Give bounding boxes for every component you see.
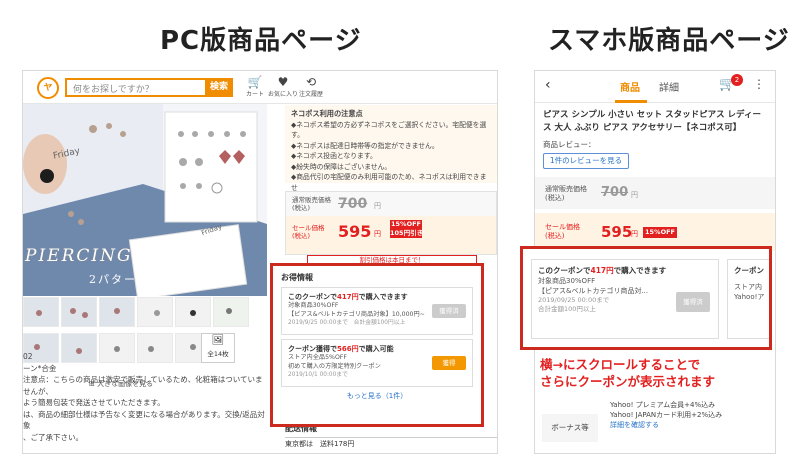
nekopos-notice: ネコポス利用の注意点 ◆ネコポス希望の方必ずネコポスをご選択ください。宅配便を選… — [285, 105, 497, 192]
delivery-line: 東京都は 送料178円 — [285, 440, 355, 448]
pc-coupon-section: お得情報 このクーポンで417円で購入できます 対象商品30%OFF 【ピアス&… — [270, 263, 484, 427]
bonus-label: ボーナス等 — [542, 414, 598, 442]
view-reviews-button[interactable]: 1件のレビューを見る — [543, 153, 629, 169]
coupon-card: このクーポンで417円で購入できます 対象商品30%OFF 【ピアス&ベルトカテ… — [281, 287, 473, 335]
coupon-acquired-button[interactable]: 獲得済 — [676, 292, 710, 312]
normal-price-unit: 円 — [374, 202, 381, 210]
notice-line: ◆紛失時の保障はございません。 — [291, 162, 392, 171]
coupon-section-title: お得情報 — [281, 273, 313, 282]
hero-caption-pattern: 2パターン — [89, 273, 150, 286]
coupon-desc: Yahoo!ア — [734, 293, 765, 301]
normal-price-value: 700 — [601, 185, 629, 200]
tab-detail[interactable]: 詳細 — [659, 79, 679, 94]
coupon-headline: このクーポンで417円で購入できます — [538, 266, 667, 275]
cart-count-badge: 2 — [731, 74, 743, 86]
description-line: ーン*合金 — [23, 363, 57, 373]
coupon-card: このクーポンで417円で購入できます 対象商品30%OFF 【ピアス&ベルトカテ… — [531, 259, 719, 339]
price-box: 通常販売価格 (税込) 700 円 セール価格 (税込) 595 円 15%OF… — [285, 191, 497, 255]
review-label: 商品レビュー： — [543, 140, 596, 149]
description-line: よう簡易包装で発送させていただきます。 — [23, 398, 165, 407]
bonus-line: Yahoo! JAPANカード利用+2%込み — [610, 411, 723, 419]
scroll-annotation: 横→にスクロールすることで さらにクーポンが表示されます — [540, 357, 716, 389]
more-coupons-link[interactable]: もっと見る（1件） — [281, 391, 473, 401]
description-line: 02 — [23, 352, 33, 361]
history-icon: ⟲ — [305, 75, 317, 89]
thumbnail[interactable] — [175, 297, 211, 327]
thumbnail[interactable] — [61, 297, 97, 327]
pc-page-heading: PC版商品ページ — [160, 26, 362, 56]
coupon-desc: ストア内 — [734, 283, 762, 291]
discount-badge: 15%OFF — [643, 227, 677, 238]
search-input[interactable]: 何をお探しですか？ — [65, 78, 205, 97]
sp-coupon-carousel[interactable]: このクーポンで417円で購入できます 対象商品30%OFF 【ピアス&ベルトカテ… — [520, 246, 772, 350]
notice-title: ネコポス利用の注意点 — [291, 109, 363, 118]
coupon-desc: 対象商品30%OFF — [538, 277, 596, 285]
normal-price-row: 通常販売価格 (税込) 700 円 — [286, 192, 496, 216]
tab-product[interactable]: 商品 — [620, 79, 640, 94]
sp-page-heading: スマホ版商品ページ — [548, 26, 790, 56]
bonus-section: ボーナス等 Yahoo! プレミアム会員+4%込み Yahoo! JAPANカー… — [534, 394, 776, 454]
sale-price-unit: 円 — [374, 230, 381, 238]
product-photo-art — [23, 104, 267, 296]
sale-price-value: 595 — [601, 223, 633, 241]
hero-caption-piercing: PIERCING — [25, 246, 133, 266]
bonus-line: Yahoo! プレミアム会員+4%込み — [610, 401, 716, 409]
normal-price-label: 通常販売価格 (税込) — [545, 185, 587, 202]
sale-price-label: セール価格 (税込) — [545, 223, 580, 240]
product-main-image[interactable]: Friday PIERCING 2パターン Friday — [23, 104, 267, 296]
normal-price-row: 通常販売価格 (税込) 700 円 — [535, 177, 775, 209]
coupon-date: 2019/9/25 00:00まで 合計金額100円以上 — [288, 320, 406, 326]
notice-line: す。 — [291, 131, 304, 139]
thumbnail[interactable] — [213, 297, 249, 327]
notice-line: ◆ネコポス希望の方必ずネコポスをご選択ください。宅配便を選 — [291, 120, 487, 129]
notice-line: ◆商品代引の宅配便のみ利用可能のため、ネコポスは利用できませ — [291, 173, 487, 192]
bonus-details: Yahoo! プレミアム会員+4%込み Yahoo! JAPANカード利用+2%… — [610, 400, 722, 430]
sp-price-box: 通常販売価格 (税込) 700 円 セール価格 (税込) 595 円 15%OF… — [535, 177, 775, 253]
bonus-detail-link[interactable]: 詳細を確認する — [610, 420, 722, 430]
image-gallery-icon: 🖼 — [211, 335, 225, 346]
normal-price-value: 700 — [338, 196, 368, 212]
coupon-acquired-button[interactable]: 獲得済 — [432, 304, 466, 318]
thumbnail[interactable] — [23, 297, 59, 327]
product-description: 02 ーン*合金 注意点：こちらの商品は激安で販売しているため、化粧箱はついてい… — [23, 351, 267, 443]
coupon-get-button[interactable]: 獲得 — [432, 356, 466, 370]
coupon-headline: クーポン — [734, 266, 764, 275]
normal-price-unit: 円 — [631, 191, 638, 199]
more-menu-icon[interactable]: ⋮ — [753, 77, 765, 91]
order-history-label: 注文履歴 — [298, 91, 323, 98]
thumbnail[interactable] — [99, 297, 135, 327]
description-line: 、ご了承下さい。 — [23, 432, 83, 442]
store-logo-icon[interactable]: ヤ — [37, 77, 59, 99]
active-tab-indicator — [615, 100, 647, 103]
coupon-card: クーポン獲得で566円で購入可能 ストア内全品5%OFF 初めて購入の方限定特別… — [281, 339, 473, 387]
notice-line: ◆ネコポス投函となります。 — [291, 152, 377, 160]
pc-header: ヤ 何をお探しですか？ 検索 🛒 カート ♥ お気に入り ⟲ 注文履歴 — [23, 71, 497, 104]
sp-topbar: ‹ 商品 詳細 🛒 2 ⋮ — [535, 71, 775, 103]
coupon-headline: クーポン獲得で566円で購入可能 — [288, 345, 394, 353]
coupon-headline: このクーポンで417円で購入できます — [288, 293, 408, 301]
order-history-link[interactable]: ⟲ 注文履歴 — [291, 75, 331, 98]
description-line: 注意点：こちらの商品は激安で販売しているため、化粧箱はついていませんが、 — [23, 375, 263, 396]
coupon-date: 2019/10/1 00:00まで — [288, 372, 348, 378]
notice-line: ◆ネコポスは配達日時帯等の指定ができません。 — [291, 141, 439, 150]
description-line: は、商品の細部仕様は予告なく変更になる場合があります。交換/返品対象 — [23, 409, 265, 431]
search-button[interactable]: 検索 — [205, 78, 233, 97]
normal-price-label: 通常販売価格 (税込) — [292, 196, 331, 212]
discount-badge: 15%OFF 105円引き — [390, 220, 424, 238]
product-title: ピアス シンプル 小さい セット スタッドピアス レディース 大人 ふぶり ピア… — [543, 110, 761, 133]
coupon-card-partial[interactable]: クーポン ストア内 Yahoo!ア — [727, 259, 769, 339]
sale-price-value: 595 — [338, 222, 372, 241]
sale-price-unit: 円 — [631, 230, 638, 238]
thumbnail[interactable] — [137, 297, 173, 327]
back-arrow-icon[interactable]: ‹ — [545, 77, 551, 93]
sale-price-label: セール価格 (税込) — [292, 224, 325, 240]
